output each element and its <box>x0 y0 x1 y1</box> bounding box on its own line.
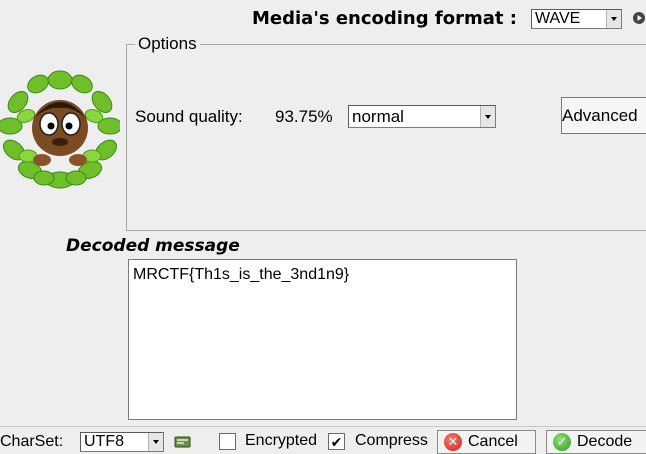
sound-quality-value: 93.75% <box>275 107 333 126</box>
options-title: Options <box>135 34 200 54</box>
media-format-value: WAVE <box>535 10 581 27</box>
sound-quality-label: Sound quality: <box>135 107 243 126</box>
footer-divider <box>0 426 646 427</box>
options-group <box>126 44 646 231</box>
decoded-message-label: Decoded message <box>66 236 240 256</box>
chevron-down-icon[interactable] <box>480 106 495 127</box>
charset-value: UTF8 <box>84 433 124 450</box>
decode-button[interactable]: ✓ Decode <box>546 430 646 454</box>
decoded-message-textarea[interactable]: MRCTF{Th1s_is_the_3nd1n9} <box>128 259 517 420</box>
cancel-icon: ✕ <box>444 433 462 451</box>
cancel-button[interactable]: ✕ Cancel <box>437 430 536 454</box>
charset-label: CharSet: <box>0 433 64 450</box>
check-icon: ✔ <box>330 433 343 450</box>
media-format-label: Media's encoding format : <box>252 8 517 29</box>
compress-checkbox[interactable]: ✔ <box>328 433 345 450</box>
play-icon[interactable] <box>632 11 646 25</box>
media-format-select[interactable]: WAVE <box>531 9 622 29</box>
chevron-down-icon[interactable] <box>606 10 621 28</box>
encrypted-label: Encrypted <box>245 432 317 449</box>
cancel-button-label: Cancel <box>468 433 518 450</box>
compress-label: Compress <box>355 432 428 449</box>
charset-select[interactable]: UTF8 <box>80 432 164 452</box>
checkmark-icon: ✓ <box>553 433 571 451</box>
mascot-logo <box>0 70 120 189</box>
quality-select[interactable]: normal <box>348 105 496 128</box>
key-icon[interactable] <box>174 434 192 448</box>
decode-button-label: Decode <box>577 433 633 450</box>
advanced-button[interactable]: Advanced <box>561 97 646 134</box>
chevron-down-icon[interactable] <box>148 433 163 451</box>
encrypted-checkbox[interactable] <box>219 433 236 450</box>
quality-select-value: normal <box>352 106 404 126</box>
